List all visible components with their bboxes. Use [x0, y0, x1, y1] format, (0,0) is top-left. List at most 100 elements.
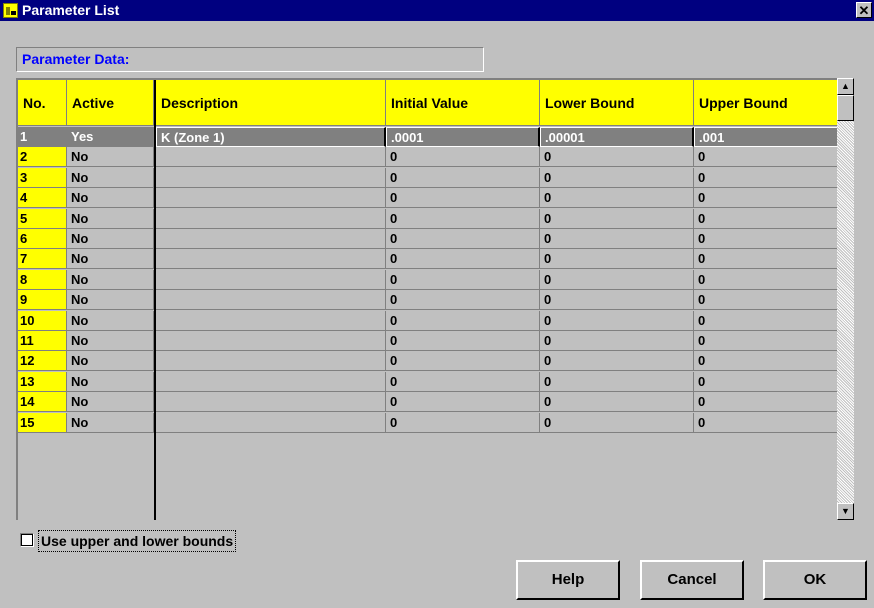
active-cell[interactable]: No	[67, 371, 154, 392]
description-cell[interactable]	[156, 412, 386, 433]
upper-bound-cell[interactable]: 0	[694, 229, 854, 249]
description-cell[interactable]	[156, 351, 386, 372]
table-row[interactable]: 4 No 0 0 0	[18, 188, 854, 209]
upper-bound-cell[interactable]: 0	[694, 208, 854, 229]
table-row[interactable]: 5 No 0 0 0	[18, 208, 854, 229]
scroll-down-icon[interactable]: ▼	[837, 503, 854, 520]
scroll-thumb[interactable]	[837, 95, 854, 121]
active-cell[interactable]: No	[67, 229, 154, 249]
initial-value-cell[interactable]: 0	[386, 269, 540, 290]
upper-bound-cell[interactable]: .001	[694, 127, 854, 147]
initial-value-cell[interactable]: 0	[386, 331, 540, 351]
active-cell[interactable]: No	[67, 147, 154, 168]
table-row[interactable]: 2 No 0 0 0	[18, 147, 854, 168]
lower-bound-cell[interactable]: 0	[540, 188, 694, 209]
upper-bound-cell[interactable]: 0	[694, 392, 854, 413]
use-bounds-checkbox[interactable]	[20, 533, 34, 547]
vertical-scrollbar[interactable]: ▲ ▼	[837, 78, 854, 520]
initial-value-cell[interactable]: 0	[386, 310, 540, 331]
active-cell[interactable]: No	[67, 331, 154, 351]
description-cell[interactable]	[156, 229, 386, 249]
table-row[interactable]: 8 No 0 0 0	[18, 269, 854, 290]
table-row[interactable]: 9 No 0 0 0	[18, 290, 854, 311]
active-cell[interactable]: Yes	[67, 127, 154, 147]
description-cell[interactable]	[156, 147, 386, 168]
lower-bound-cell[interactable]: 0	[540, 229, 694, 249]
lower-bound-cell[interactable]: 0	[540, 167, 694, 188]
active-cell[interactable]: No	[67, 269, 154, 290]
title-bar[interactable]: Parameter List ✕	[0, 0, 874, 21]
cancel-button[interactable]: Cancel	[640, 560, 744, 600]
upper-bound-cell[interactable]: 0	[694, 269, 854, 290]
upper-bound-cell[interactable]: 0	[694, 371, 854, 392]
upper-bound-cell[interactable]: 0	[694, 310, 854, 331]
table-row[interactable]: 14 No 0 0 0	[18, 392, 854, 413]
initial-value-cell[interactable]: 0	[386, 208, 540, 229]
lower-bound-cell[interactable]: .00001	[540, 127, 694, 147]
lower-bound-cell[interactable]: 0	[540, 208, 694, 229]
description-cell[interactable]	[156, 249, 386, 270]
scroll-up-icon[interactable]: ▲	[837, 78, 854, 95]
lower-bound-cell[interactable]: 0	[540, 290, 694, 311]
active-cell[interactable]: No	[67, 310, 154, 331]
upper-bound-cell[interactable]: 0	[694, 351, 854, 372]
initial-value-cell[interactable]: 0	[386, 351, 540, 372]
initial-value-cell[interactable]: 0	[386, 229, 540, 249]
table-row[interactable]: 13 No 0 0 0	[18, 371, 854, 392]
table-row[interactable]: 1 Yes K (Zone 1) .0001.00001.001	[18, 127, 854, 147]
lower-bound-cell[interactable]: 0	[540, 351, 694, 372]
table-row[interactable]: 3 No 0 0 0	[18, 167, 854, 188]
ok-button[interactable]: OK	[763, 560, 867, 600]
table-row[interactable]: 10 No 0 0 0	[18, 310, 854, 331]
table-row[interactable]: 12 No 0 0 0	[18, 351, 854, 372]
upper-bound-cell[interactable]: 0	[694, 290, 854, 311]
lower-bound-cell[interactable]: 0	[540, 371, 694, 392]
active-cell[interactable]: No	[67, 208, 154, 229]
description-cell[interactable]	[156, 290, 386, 311]
lower-bound-cell[interactable]: 0	[540, 310, 694, 331]
table-row[interactable]: 7 No 0 0 0	[18, 249, 854, 270]
upper-bound-cell[interactable]: 0	[694, 167, 854, 188]
lower-bound-cell[interactable]: 0	[540, 249, 694, 270]
description-cell[interactable]: K (Zone 1)	[156, 127, 386, 147]
upper-bound-cell[interactable]: 0	[694, 249, 854, 270]
initial-value-cell[interactable]: .0001	[386, 127, 540, 147]
active-cell[interactable]: No	[67, 412, 154, 433]
initial-value-cell[interactable]: 0	[386, 249, 540, 270]
lower-bound-cell[interactable]: 0	[540, 392, 694, 413]
initial-value-cell[interactable]: 0	[386, 147, 540, 168]
upper-bound-cell[interactable]: 0	[694, 331, 854, 351]
initial-value-cell[interactable]: 0	[386, 188, 540, 209]
lower-bound-cell[interactable]: 0	[540, 331, 694, 351]
upper-bound-cell[interactable]: 0	[694, 147, 854, 168]
lower-bound-cell[interactable]: 0	[540, 412, 694, 433]
upper-bound-cell[interactable]: 0	[694, 188, 854, 209]
description-cell[interactable]	[156, 167, 386, 188]
lower-bound-cell[interactable]: 0	[540, 269, 694, 290]
table-row[interactable]: 11 No 0 0 0	[18, 331, 854, 351]
description-cell[interactable]	[156, 331, 386, 351]
parameter-grid[interactable]: No. Active Description Initial Value Low…	[16, 78, 854, 520]
table-row[interactable]: 6 No 0 0 0	[18, 229, 854, 249]
description-cell[interactable]	[156, 310, 386, 331]
initial-value-cell[interactable]: 0	[386, 392, 540, 413]
description-cell[interactable]	[156, 371, 386, 392]
initial-value-cell[interactable]: 0	[386, 290, 540, 311]
description-cell[interactable]	[156, 392, 386, 413]
initial-value-cell[interactable]: 0	[386, 167, 540, 188]
table-row[interactable]: 15 No 0 0 0	[18, 412, 854, 433]
initial-value-cell[interactable]: 0	[386, 371, 540, 392]
use-bounds-label[interactable]: Use upper and lower bounds	[38, 530, 237, 552]
description-cell[interactable]	[156, 208, 386, 229]
active-cell[interactable]: No	[67, 167, 154, 188]
upper-bound-cell[interactable]: 0	[694, 412, 854, 433]
help-button[interactable]: Help	[516, 560, 620, 600]
initial-value-cell[interactable]: 0	[386, 412, 540, 433]
active-cell[interactable]: No	[67, 290, 154, 311]
active-cell[interactable]: No	[67, 188, 154, 209]
active-cell[interactable]: No	[67, 392, 154, 413]
close-button[interactable]: ✕	[856, 2, 872, 18]
active-cell[interactable]: No	[67, 249, 154, 270]
description-cell[interactable]	[156, 269, 386, 290]
active-cell[interactable]: No	[67, 351, 154, 372]
